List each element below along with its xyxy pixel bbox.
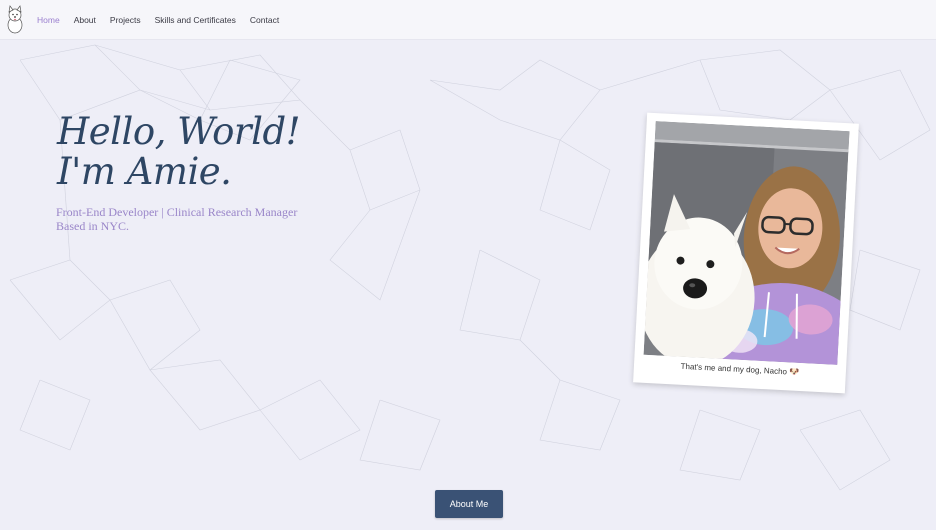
westie-dog-logo-icon[interactable] [4,4,26,35]
hero-subtitle: Front-End Developer | Clinical Research … [56,205,297,233]
nav-skills-and-certificates[interactable]: Skills and Certificates [155,15,236,25]
hero-subtitle-line2: Based in NYC. [56,219,129,233]
hero-subtitle-line1: Front-End Developer | Clinical Research … [56,205,298,219]
top-navbar: Home About Projects Skills and Certifica… [0,0,936,39]
nav-projects[interactable]: Projects [110,15,141,25]
polaroid-photo-card: That's me and my dog, Nacho 🐶 [633,112,859,394]
nav-home[interactable]: Home [37,15,60,25]
hero-title-line1: Hello, World! [57,110,301,153]
nav-contact[interactable]: Contact [250,15,279,25]
nav-about[interactable]: About [74,15,96,25]
hero-title: Hello, World! I'm Amie. [57,110,301,193]
hero-title-line2: I'm Amie. [57,150,232,193]
about-me-button[interactable]: About Me [435,490,503,518]
profile-photo [643,121,850,365]
